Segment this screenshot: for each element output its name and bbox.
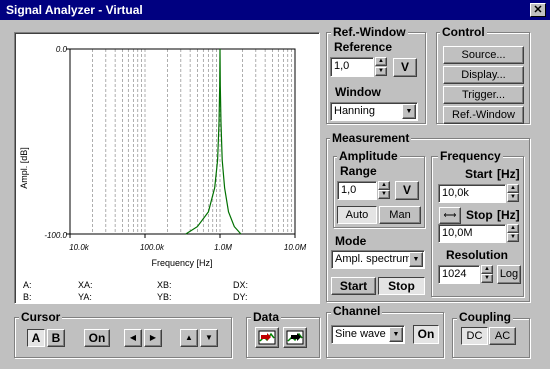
spin-down-icon[interactable]: ▼ xyxy=(375,67,387,76)
frequency-title: Frequency xyxy=(438,149,503,163)
cursor-b-button[interactable]: B xyxy=(47,329,65,347)
reference-unit-button[interactable]: V xyxy=(393,58,417,77)
y-tick-top: 0.0 xyxy=(56,45,68,54)
reference-label: Reference xyxy=(334,40,393,54)
measurement-title: Measurement xyxy=(330,131,412,145)
readout-b: B: xyxy=(23,292,32,302)
spin-up-icon[interactable]: ▲ xyxy=(378,181,390,190)
spin-down-icon[interactable]: ▼ xyxy=(507,193,519,202)
spin-up-icon[interactable]: ▲ xyxy=(481,265,493,274)
readout-xb: XB: xyxy=(157,280,172,290)
coupling-title: Coupling xyxy=(457,310,513,324)
channel-dropdown-icon[interactable]: ▼ xyxy=(389,327,403,342)
range-spinner[interactable]: ▲ ▼ xyxy=(378,181,390,200)
start-unit-label: [Hz] xyxy=(497,167,520,181)
stop-button[interactable]: Stop xyxy=(378,277,425,295)
window-title: Signal Analyzer - Virtual xyxy=(6,3,143,17)
ref-window-title: Ref.-Window xyxy=(331,25,408,39)
data-export-icon[interactable] xyxy=(283,327,307,348)
man-button[interactable]: Man xyxy=(379,206,421,224)
source-button[interactable]: Source... xyxy=(443,46,524,64)
cursor-up-icon[interactable]: ▲ xyxy=(180,329,198,347)
stop-label: Stop xyxy=(466,208,493,222)
span-link-icon[interactable]: ⟷ xyxy=(439,207,461,224)
control-title: Control xyxy=(440,25,487,39)
graph-panel: Ampl. [dB] Frequency [Hz] 0.0 -100.0 10.… xyxy=(14,32,320,304)
spin-down-icon[interactable]: ▼ xyxy=(507,233,519,242)
cursor-on-button[interactable]: On xyxy=(84,329,110,347)
log-button[interactable]: Log xyxy=(497,265,521,284)
data-title: Data xyxy=(251,310,282,324)
readout-yb: YB: xyxy=(157,292,172,302)
spin-down-icon[interactable]: ▼ xyxy=(378,190,390,199)
start-frequency-spinner[interactable]: ▲ ▼ xyxy=(507,184,519,203)
readout-xa: XA: xyxy=(78,280,93,290)
title-bar: Signal Analyzer - Virtual ✕ xyxy=(0,0,550,20)
window-label: Window xyxy=(335,85,381,99)
coupling-dc-button[interactable]: DC xyxy=(461,327,488,345)
coupling-ac-button[interactable]: AC xyxy=(489,327,516,345)
spin-up-icon[interactable]: ▲ xyxy=(375,57,387,66)
cursor-left-icon[interactable]: ◀ xyxy=(124,329,142,347)
start-frequency-field[interactable]: 10,0k xyxy=(438,184,506,203)
spin-up-icon[interactable]: ▲ xyxy=(507,224,519,233)
channel-title: Channel xyxy=(331,304,383,318)
y-tick-bottom: -100.0 xyxy=(44,231,67,240)
ref-window-button[interactable]: Ref.-Window xyxy=(443,106,524,124)
resolution-label: Resolution xyxy=(446,248,508,262)
window-dropdown-icon[interactable]: ▼ xyxy=(402,104,416,119)
auto-button[interactable]: Auto xyxy=(337,206,377,224)
readout-dx: DX: xyxy=(233,280,249,290)
spin-up-icon[interactable]: ▲ xyxy=(507,184,519,193)
plot-area xyxy=(69,48,296,235)
data-import-icon[interactable] xyxy=(255,327,279,348)
y-axis-label: Ampl. [dB] xyxy=(19,147,29,189)
amplitude-title: Amplitude xyxy=(337,149,400,163)
mode-dropdown-icon[interactable]: ▼ xyxy=(409,252,423,267)
close-button[interactable]: ✕ xyxy=(530,3,546,17)
resolution-field[interactable]: 1024 xyxy=(438,265,480,284)
channel-on-button[interactable]: On xyxy=(413,325,439,344)
start-label: Start xyxy=(465,167,493,181)
mode-label: Mode xyxy=(335,234,367,248)
range-label: Range xyxy=(340,164,377,178)
stop-frequency-field[interactable]: 10,0M xyxy=(438,224,506,243)
range-field[interactable]: 1,0 xyxy=(337,181,377,200)
spectrum-trace xyxy=(185,48,242,235)
cursor-right-icon[interactable]: ▶ xyxy=(144,329,162,347)
start-button[interactable]: Start xyxy=(331,277,376,295)
spectrum-plot: Ampl. [dB] Frequency [Hz] 0.0 -100.0 10.… xyxy=(19,45,307,268)
readout-a: A: xyxy=(23,280,32,290)
x-tick-1m: 1.0M xyxy=(214,243,232,252)
readout-ya: YA: xyxy=(78,292,92,302)
x-tick-10m: 10.0M xyxy=(284,243,307,252)
cursor-a-button[interactable]: A xyxy=(27,329,45,347)
spin-down-icon[interactable]: ▼ xyxy=(481,274,493,283)
display-button[interactable]: Display... xyxy=(443,66,524,84)
x-tick-10k: 10.0k xyxy=(69,243,90,252)
reference-spinner[interactable]: ▲ ▼ xyxy=(375,57,387,77)
cursor-down-icon[interactable]: ▼ xyxy=(200,329,218,347)
cursor-title: Cursor xyxy=(19,310,63,324)
stop-unit-label: [Hz] xyxy=(497,208,520,222)
range-unit-button[interactable]: V xyxy=(395,181,419,200)
reference-field[interactable]: 1,0 xyxy=(330,57,374,77)
x-axis-label: Frequency [Hz] xyxy=(151,258,212,268)
trigger-button[interactable]: Trigger... xyxy=(443,86,524,104)
resolution-spinner[interactable]: ▲ ▼ xyxy=(481,265,493,284)
readout-dy: DY: xyxy=(233,292,248,302)
x-tick-100k: 100.0k xyxy=(140,243,165,252)
stop-frequency-spinner[interactable]: ▲ ▼ xyxy=(507,224,519,243)
